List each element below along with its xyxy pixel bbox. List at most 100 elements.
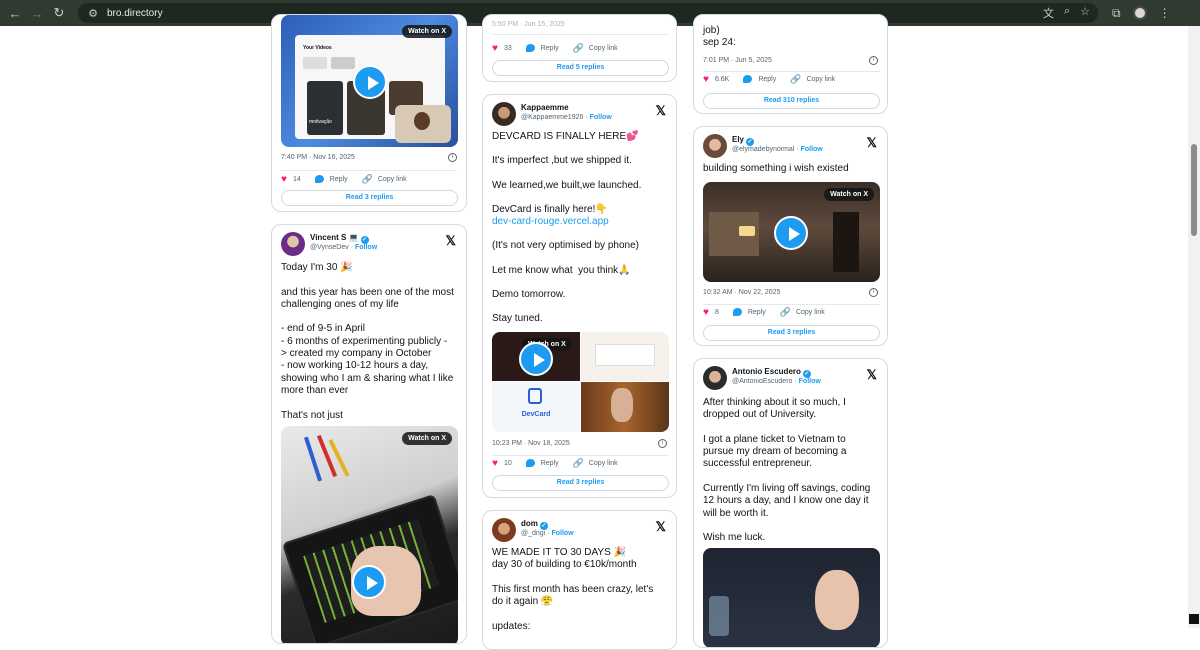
- x-logo-icon[interactable]: 𝕏: [656, 519, 666, 535]
- tweet-link[interactable]: dev-card-rouge.vercel.app: [492, 216, 609, 227]
- follow-button[interactable]: Follow: [551, 530, 573, 537]
- reply-icon[interactable]: [732, 308, 742, 316]
- avatar[interactable]: [492, 102, 516, 126]
- link-icon[interactable]: 🔗: [780, 307, 791, 318]
- tweet-text: Today I'm 30 🎉 and this year has been on…: [281, 262, 454, 421]
- extensions-icon[interactable]: ⧉: [1112, 6, 1121, 21]
- read-replies-button[interactable]: Read 310 replies: [703, 93, 880, 109]
- play-icon[interactable]: [519, 342, 553, 376]
- tweet-video[interactable]: Watch on X: [281, 426, 458, 643]
- avatar[interactable]: [281, 232, 305, 256]
- play-icon[interactable]: [352, 565, 386, 599]
- profile-icon[interactable]: [1132, 6, 1147, 20]
- like-count[interactable]: 6.6K: [715, 76, 729, 83]
- author-handle[interactable]: @AntonioEscudero: [732, 378, 792, 385]
- copy-link-button[interactable]: Copy link: [796, 309, 825, 316]
- watch-on-x-badge[interactable]: Watch on X: [824, 188, 874, 201]
- tweet-timestamp[interactable]: 5:50 PM · Jun 15, 2025: [492, 21, 565, 28]
- reply-button[interactable]: Reply: [541, 460, 559, 467]
- read-replies-button[interactable]: Read 3 replies: [703, 325, 880, 341]
- reply-button[interactable]: Reply: [541, 45, 559, 52]
- verified-icon: ✓: [802, 370, 811, 378]
- devcard-label: DevCard: [521, 411, 551, 418]
- author-handle[interactable]: @Kappaemme1926: [521, 114, 583, 121]
- like-count[interactable]: 10: [504, 460, 512, 467]
- tweet-timestamp[interactable]: 7:40 PM · Nov 16, 2025: [281, 154, 355, 161]
- x-logo-icon[interactable]: 𝕏: [656, 103, 666, 119]
- link-icon[interactable]: 🔗: [573, 458, 584, 469]
- author-handle[interactable]: @VynseDev: [310, 244, 349, 251]
- link-icon[interactable]: 🔗: [362, 174, 373, 185]
- link-icon[interactable]: 🔗: [790, 74, 801, 85]
- play-icon[interactable]: [774, 216, 808, 250]
- scrollbar-thumb[interactable]: [1191, 144, 1197, 236]
- play-icon[interactable]: [353, 65, 387, 99]
- tweet-timestamp[interactable]: 10:32 AM · Nov 22, 2025: [703, 289, 780, 296]
- link-icon[interactable]: 🔗: [573, 43, 584, 54]
- zoom-icon[interactable]: ⌕: [1064, 5, 1070, 21]
- author-name[interactable]: Ely: [732, 135, 744, 144]
- read-replies-button[interactable]: Read 5 replies: [492, 60, 669, 76]
- tweet-timestamp[interactable]: 10:23 PM · Nov 18, 2025: [492, 440, 570, 447]
- page-scrollbar[interactable]: [1188, 26, 1200, 628]
- author-name[interactable]: dom: [521, 519, 538, 528]
- x-logo-icon[interactable]: 𝕏: [867, 367, 877, 383]
- tweet-text: Stay tuned.: [492, 313, 543, 325]
- like-count[interactable]: 14: [293, 176, 301, 183]
- follow-button[interactable]: Follow: [590, 114, 612, 121]
- scrollbar-corner: [1189, 614, 1199, 624]
- heart-icon[interactable]: ♥: [492, 43, 498, 54]
- tweet-video[interactable]: [703, 548, 880, 647]
- avatar[interactable]: [703, 134, 727, 158]
- site-settings-icon[interactable]: ⚙: [86, 6, 100, 20]
- watch-on-x-badge[interactable]: Watch on X: [402, 25, 452, 38]
- info-icon[interactable]: i: [869, 55, 878, 65]
- forward-icon[interactable]: →: [28, 4, 46, 22]
- translate-icon[interactable]: 文: [1043, 5, 1054, 21]
- info-icon[interactable]: i: [869, 287, 878, 297]
- reply-icon[interactable]: [314, 175, 324, 183]
- avatar[interactable]: [703, 366, 727, 390]
- reply-icon[interactable]: [525, 44, 535, 52]
- reply-button[interactable]: Reply: [330, 176, 348, 183]
- tweet-timestamp[interactable]: 7:01 PM · Jun 5, 2025: [703, 57, 772, 64]
- copy-link-button[interactable]: Copy link: [589, 45, 618, 52]
- reply-button[interactable]: Reply: [748, 309, 766, 316]
- avatar[interactable]: [492, 518, 516, 542]
- heart-icon[interactable]: ♥: [281, 174, 287, 185]
- reply-icon[interactable]: [743, 75, 753, 83]
- follow-button[interactable]: Follow: [799, 378, 821, 385]
- read-replies-button[interactable]: Read 3 replies: [492, 475, 669, 491]
- read-replies-button[interactable]: Read 3 replies: [281, 190, 458, 206]
- url-text[interactable]: bro.directory: [107, 8, 163, 19]
- author-name[interactable]: Vincent S 💻: [310, 233, 359, 242]
- author-name[interactable]: Kappaemme: [521, 103, 569, 112]
- heart-icon[interactable]: ♥: [703, 74, 709, 85]
- follow-button[interactable]: Follow: [801, 146, 823, 153]
- like-count[interactable]: 33: [504, 45, 512, 52]
- back-icon[interactable]: ←: [6, 4, 24, 22]
- author-handle[interactable]: @_dngi: [521, 530, 545, 537]
- copy-link-button[interactable]: Copy link: [806, 76, 835, 83]
- like-count[interactable]: 8: [715, 309, 719, 316]
- author-name[interactable]: Antonio Escudero: [732, 367, 801, 376]
- menu-icon[interactable]: ⋮: [1159, 6, 1171, 20]
- author-handle[interactable]: @elymadebynormal: [732, 146, 794, 153]
- info-icon[interactable]: i: [448, 152, 457, 162]
- bookmark-star-icon[interactable]: ☆: [1080, 5, 1090, 21]
- follow-button[interactable]: Follow: [355, 244, 377, 251]
- copy-link-button[interactable]: Copy link: [378, 176, 407, 183]
- info-icon[interactable]: i: [658, 438, 667, 448]
- tweet-video[interactable]: Watch on X: [703, 182, 880, 282]
- reload-icon[interactable]: ↻: [50, 4, 68, 22]
- heart-icon[interactable]: ♥: [492, 458, 498, 469]
- tweet-video[interactable]: Your Videos motivação Watch on X: [281, 15, 458, 147]
- x-logo-icon[interactable]: 𝕏: [446, 233, 456, 249]
- copy-link-button[interactable]: Copy link: [589, 460, 618, 467]
- watch-on-x-badge[interactable]: Watch on X: [402, 432, 452, 445]
- reply-icon[interactable]: [525, 459, 535, 467]
- heart-icon[interactable]: ♥: [703, 307, 709, 318]
- reply-button[interactable]: Reply: [758, 76, 776, 83]
- x-logo-icon[interactable]: 𝕏: [867, 135, 877, 151]
- tweet-media-grid[interactable]: Watch on X DevCard: [492, 332, 669, 432]
